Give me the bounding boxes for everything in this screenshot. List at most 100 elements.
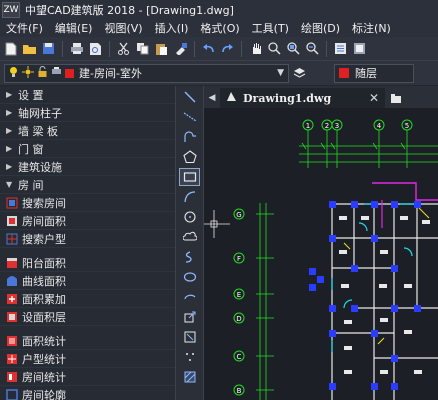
- chevron-down-icon[interactable]: ▼: [277, 68, 284, 78]
- layer-toolbar: 建-房间-室外 ▼ 随层: [0, 60, 438, 85]
- layer-lock-icon: [37, 65, 48, 81]
- room-area-icon: [6, 215, 18, 227]
- crosshair-cursor: [204, 210, 230, 238]
- layer-print-icon: [51, 66, 62, 80]
- copy-icon[interactable]: [134, 40, 151, 57]
- structural-columns: [309, 201, 421, 390]
- tool-set-area-layer[interactable]: 设面积层: [0, 308, 175, 326]
- axis-label-g: G: [236, 211, 241, 219]
- tool-room-area[interactable]: 房间面积: [0, 212, 175, 230]
- menu-draw[interactable]: 绘图(D): [295, 20, 346, 36]
- open-folder-icon[interactable]: [21, 40, 38, 57]
- color-dropdown[interactable]: 随层: [334, 63, 414, 83]
- column-axis-bubbles: 1 2 3 4 5: [302, 119, 413, 131]
- tab-list-icon[interactable]: ◀: [204, 88, 220, 108]
- save-icon[interactable]: [40, 40, 57, 57]
- layer-dropdown[interactable]: 建-房间-室外 ▼: [4, 63, 289, 83]
- tool-room-statistics[interactable]: 房间统计: [0, 368, 175, 386]
- tool-search-rooms[interactable]: 搜索房间: [0, 194, 175, 212]
- axis-label-5: 5: [405, 122, 409, 130]
- menu-edit[interactable]: 编辑(E): [49, 20, 99, 36]
- panel-category-axis-column[interactable]: ▶ 轴网柱子: [0, 104, 175, 122]
- tab-title: Drawing1.dwg: [243, 91, 332, 105]
- panel-category-rooms[interactable]: ▼ 房 间: [0, 176, 175, 194]
- spline-icon[interactable]: [179, 248, 200, 266]
- panel-category-doors-windows[interactable]: ▶ 门 窗: [0, 140, 175, 158]
- circle-icon[interactable]: [179, 208, 200, 226]
- menu-format[interactable]: 格式(O): [194, 20, 245, 36]
- paste-icon[interactable]: [153, 40, 170, 57]
- search-rooms-icon: [6, 197, 18, 209]
- panel-category-building-facilities[interactable]: ▶ 建筑设施: [0, 158, 175, 176]
- drawing-area: ◀ Drawing1.dwg ✕ 1 2 3 4 5 G F E D C B: [204, 86, 438, 400]
- zoom-previous-icon[interactable]: [304, 40, 321, 57]
- layer-manager-icon[interactable]: [291, 65, 308, 82]
- cut-icon[interactable]: [115, 40, 132, 57]
- layer-name: 建-房间-室外: [79, 67, 142, 80]
- axis-label-c: C: [237, 353, 242, 361]
- tool-room-outline[interactable]: 房间轮廓: [0, 386, 175, 400]
- tool-search-unit-type[interactable]: 搜索户型: [0, 230, 175, 248]
- tool-area-statistics[interactable]: 面积统计: [0, 332, 175, 350]
- dimension-lines: [256, 130, 438, 400]
- toolbar-separator: [194, 40, 195, 57]
- color-swatch: [339, 68, 349, 78]
- toolbar-separator: [62, 40, 63, 57]
- ellipse-arc-icon[interactable]: [179, 288, 200, 306]
- revision-cloud-icon[interactable]: [179, 228, 200, 246]
- tool-balcony-area[interactable]: 阳台面积: [0, 254, 175, 272]
- menu-tools[interactable]: 工具(T): [246, 20, 295, 36]
- toolbar-separator: [241, 40, 242, 57]
- construction-line-icon[interactable]: [179, 108, 200, 126]
- layer-on-icon: [8, 66, 19, 81]
- properties-icon[interactable]: [332, 40, 349, 57]
- set-area-layer-icon: [6, 311, 18, 323]
- print-preview-icon[interactable]: [87, 40, 104, 57]
- model-space-canvas[interactable]: 1 2 3 4 5 G F E D C B: [204, 108, 438, 400]
- make-block-icon[interactable]: [179, 328, 200, 346]
- menu-insert[interactable]: 插入(I): [149, 20, 195, 36]
- undo-icon[interactable]: [200, 40, 217, 57]
- document-tabs: ◀ Drawing1.dwg ✕: [204, 86, 438, 108]
- insert-block-icon[interactable]: [179, 308, 200, 326]
- new-file-icon[interactable]: [2, 40, 19, 57]
- expand-arrow-icon: ▶: [6, 108, 13, 117]
- polyline-icon[interactable]: [179, 128, 200, 146]
- tool-unit-type-statistics[interactable]: 户型统计: [0, 350, 175, 368]
- axis-label-e: E: [237, 291, 241, 299]
- window-title: 中望CAD建筑版 2018 - [Drawing1.dwg]: [25, 3, 234, 17]
- color-value: 随层: [355, 67, 377, 80]
- redo-icon[interactable]: [219, 40, 236, 57]
- floor-plan-drawing: 1 2 3 4 5 G F E D C B: [204, 119, 438, 400]
- menu-file[interactable]: 文件(F): [0, 20, 49, 36]
- close-icon[interactable]: ✕: [369, 91, 379, 105]
- row-axis-bubbles: G F E D C B: [233, 208, 245, 396]
- polygon-icon[interactable]: [179, 148, 200, 166]
- expand-arrow-icon: ▶: [6, 90, 13, 99]
- line-icon[interactable]: [179, 88, 200, 106]
- menu-bar: 文件(F) 编辑(E) 视图(V) 插入(I) 格式(O) 工具(T) 绘图(D…: [0, 19, 438, 37]
- print-icon[interactable]: [68, 40, 85, 57]
- tool-curve-area[interactable]: 曲线面积: [0, 272, 175, 290]
- tab-drawing1[interactable]: Drawing1.dwg ✕: [220, 88, 385, 108]
- zoom-window-icon[interactable]: [285, 40, 302, 57]
- match-properties-icon[interactable]: [172, 40, 189, 57]
- ellipse-icon[interactable]: [179, 268, 200, 286]
- hatch-icon[interactable]: [179, 368, 200, 386]
- panel-category-settings[interactable]: ▶ 设 置: [0, 86, 175, 104]
- design-center-icon[interactable]: [351, 40, 368, 57]
- arc-icon[interactable]: [179, 188, 200, 206]
- menu-dimension[interactable]: 标注(N): [346, 20, 397, 36]
- axis-label-d: D: [236, 315, 241, 323]
- zoom-realtime-icon[interactable]: [266, 40, 283, 57]
- area-statistics-icon: [6, 335, 18, 347]
- new-tab-icon[interactable]: [385, 88, 407, 108]
- pan-icon[interactable]: [247, 40, 264, 57]
- tool-area-sum[interactable]: 面积累加: [0, 290, 175, 308]
- rectangle-icon[interactable]: [179, 168, 200, 186]
- menu-view[interactable]: 视图(V): [98, 20, 148, 36]
- panel-category-wall-beam-slab[interactable]: ▶ 墙 梁 板: [0, 122, 175, 140]
- draw-toolbar: [176, 86, 204, 400]
- point-icon[interactable]: [179, 348, 200, 366]
- axis-label-4: 4: [377, 122, 382, 130]
